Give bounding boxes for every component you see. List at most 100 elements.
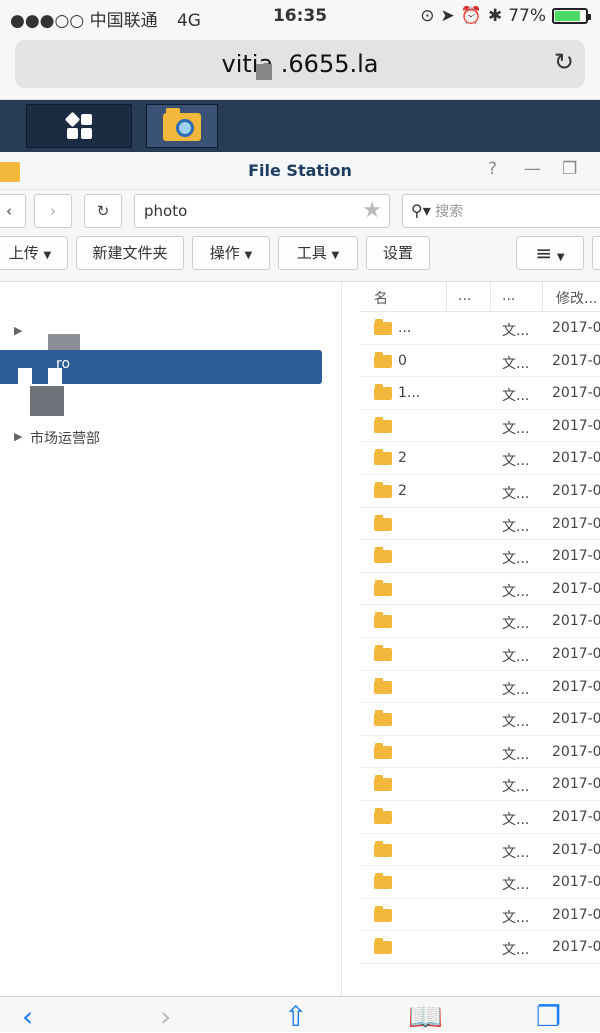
file-modified: 2017-0	[552, 743, 600, 760]
dsm-taskbar	[0, 100, 600, 152]
file-type: 文...	[502, 714, 530, 731]
file-modified: 2017-0	[552, 417, 600, 434]
column-size[interactable]: ...	[458, 288, 471, 304]
file-row[interactable]: 文... 2017-0	[360, 671, 600, 704]
share-icon[interactable]: ⇧	[284, 1003, 307, 1031]
more-button[interactable]	[592, 236, 600, 270]
battery-percent: 77%	[508, 6, 546, 26]
file-row[interactable]: 文... 2017-0	[360, 703, 600, 736]
bookmarks-icon[interactable]: 📖	[408, 1003, 443, 1031]
location-icon: ➤	[440, 6, 455, 26]
refresh-button[interactable]: ↻	[84, 194, 122, 228]
tabs-icon[interactable]: ❐	[536, 1003, 561, 1031]
forward-icon[interactable]: ›	[160, 1003, 171, 1031]
file-modified: 2017-0	[552, 385, 600, 402]
file-modified: 2017-0	[552, 711, 600, 728]
folder-icon	[374, 742, 392, 759]
settings-button[interactable]: 设置	[366, 236, 430, 270]
file-row[interactable]: 文... 2017-0	[360, 638, 600, 671]
chevron-left-icon: ‹	[6, 202, 12, 220]
search-input[interactable]: ⚲▾ 搜索	[402, 194, 600, 228]
redaction	[18, 368, 32, 384]
redaction-mark	[256, 64, 272, 80]
back-icon[interactable]: ‹	[22, 1003, 33, 1031]
tools-label: 工具	[296, 244, 327, 262]
file-row[interactable]: 文... 2017-0	[360, 768, 600, 801]
star-icon[interactable]: ★	[362, 195, 382, 227]
main-menu-button[interactable]	[26, 104, 132, 148]
file-modified: 2017-0	[552, 939, 600, 956]
file-type: 文...	[502, 942, 530, 959]
bluetooth-icon: ✱	[487, 6, 503, 26]
expand-arrow-icon[interactable]: ▶	[14, 324, 22, 337]
file-type: 文...	[502, 453, 530, 470]
folder-icon	[374, 514, 392, 531]
file-row[interactable]: 文... 2017-0	[360, 801, 600, 834]
file-station-icon	[163, 108, 201, 141]
file-row[interactable]: 文... 2017-0	[360, 605, 600, 638]
navigation-row: ‹ › ↻ photo ★ ⚲▾ 搜索	[0, 190, 600, 234]
file-type: 文...	[502, 388, 530, 405]
upload-label: 上传	[8, 244, 39, 262]
file-type: 文...	[502, 583, 530, 600]
file-row[interactable]: 0 文... 2017-0	[360, 345, 600, 378]
help-icon[interactable]: ?	[488, 159, 497, 179]
file-type: 文...	[502, 551, 530, 568]
file-row[interactable]: 文... 2017-0	[360, 931, 600, 964]
file-type: 文...	[502, 616, 530, 633]
file-row[interactable]: 文... 2017-0	[360, 508, 600, 541]
file-row[interactable]: 文... 2017-0	[360, 573, 600, 606]
action-toolbar: 上传 ▼ 新建文件夹 操作 ▼ 工具 ▼ 设置 ≡ ▼	[0, 234, 600, 282]
file-name: 2	[398, 483, 407, 499]
window-titlebar: File Station ? — ❐	[0, 152, 600, 190]
file-modified: 2017-0	[552, 906, 600, 923]
caret-down-icon: ▼	[43, 250, 52, 261]
file-row[interactable]: 文... 2017-0	[360, 540, 600, 573]
folder-icon	[374, 351, 392, 368]
file-modified: 2017-0	[552, 320, 600, 336]
folder-icon	[374, 905, 392, 922]
file-type: 文...	[502, 355, 530, 372]
upload-button[interactable]: 上传 ▼	[0, 236, 68, 270]
file-row[interactable]: ... 文... 2017-0	[360, 312, 600, 345]
refresh-icon: ↻	[96, 202, 110, 220]
minimize-icon[interactable]: —	[524, 159, 541, 179]
column-modified[interactable]: 修改...	[556, 288, 597, 308]
tools-button[interactable]: 工具 ▼	[278, 236, 358, 270]
path-field[interactable]: photo ★	[134, 194, 390, 228]
file-name: 0	[398, 352, 407, 369]
action-button[interactable]: 操作 ▼	[192, 236, 270, 270]
file-row[interactable]: 文... 2017-0	[360, 834, 600, 867]
folder-icon	[374, 710, 392, 727]
file-row[interactable]: 1... 文... 2017-0	[360, 377, 600, 410]
tree-item-marketing[interactable]: 市场运营部	[30, 428, 100, 448]
file-station-task-button[interactable]	[146, 104, 218, 148]
restore-icon[interactable]: ❐	[562, 159, 577, 179]
redaction	[48, 368, 62, 384]
expand-arrow-icon[interactable]: ▶	[14, 430, 22, 443]
folder-icon	[374, 645, 392, 661]
view-mode-button[interactable]: ≡ ▼	[516, 236, 584, 270]
folder-icon	[374, 873, 392, 890]
file-name: 2	[398, 450, 407, 467]
file-modified: 2017-0	[552, 580, 600, 597]
reload-icon[interactable]: ↻	[554, 48, 574, 76]
main-menu-icon	[64, 111, 93, 140]
file-type: 文...	[502, 746, 530, 763]
file-row[interactable]: 文... 2017-0	[360, 410, 600, 443]
file-row[interactable]: 2 文... 2017-0	[360, 442, 600, 475]
file-modified: 2017-0	[552, 874, 600, 891]
file-row[interactable]: 文... 2017-0	[360, 736, 600, 769]
file-row[interactable]: 文... 2017-0	[360, 899, 600, 932]
column-type[interactable]: ...	[502, 288, 515, 304]
column-name[interactable]: 名	[374, 288, 388, 308]
file-row[interactable]: 文... 2017-0	[360, 866, 600, 899]
file-row[interactable]: 2 文... 2017-0	[360, 475, 600, 508]
back-button[interactable]: ‹	[0, 194, 26, 228]
folder-icon	[374, 612, 392, 629]
forward-button[interactable]: ›	[34, 194, 72, 228]
file-type: 文...	[502, 323, 530, 339]
new-folder-button[interactable]: 新建文件夹	[76, 236, 184, 270]
file-type: 文...	[502, 649, 530, 665]
folder-tree: ▶ ro ▶ 市场运营部	[0, 282, 342, 996]
